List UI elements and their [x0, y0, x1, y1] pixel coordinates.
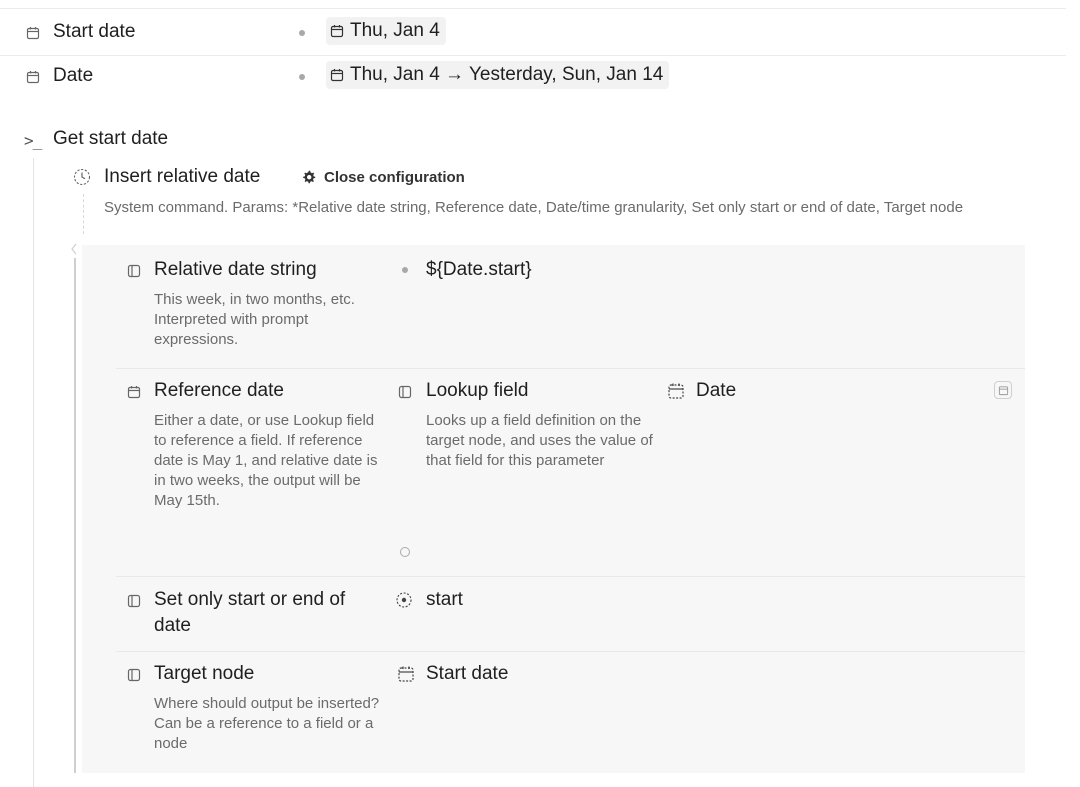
param-desc-target-node: Where should output be inserted? Can be …: [154, 695, 380, 752]
param-value-relative-date-string[interactable]: ${Date.start}: [426, 257, 532, 283]
field-row-start-date[interactable]: Start date Thu, Jan 4: [0, 10, 1066, 56]
param-name-target-node[interactable]: Target node: [154, 661, 384, 687]
lookup-field-name[interactable]: Lookup field: [426, 378, 656, 404]
param-value-target-node[interactable]: Start date: [426, 661, 508, 687]
lookup-field-desc: Looks up a field definition on the targe…: [426, 412, 653, 469]
system-command-description: System command. Params: *Relative date s…: [104, 199, 964, 216]
date-chip[interactable]: Thu, Jan 4: [326, 17, 446, 45]
calendar-icon: [998, 385, 1008, 395]
field-definition-icon: [127, 264, 141, 278]
calendar-icon: [127, 386, 141, 399]
field-name: Date: [53, 65, 94, 86]
connector-icon: [71, 243, 77, 255]
field-name: Start date: [53, 21, 136, 42]
outline-guide-line: [33, 158, 34, 787]
param-desc-relative-date-string: This week, in two months, etc. Interpret…: [154, 291, 355, 348]
option-icon: [396, 592, 412, 608]
calendar-icon: [330, 69, 344, 82]
param-name-set-only-start-or-end[interactable]: Set only start or end of date: [154, 587, 386, 639]
param-name-relative-date-string[interactable]: Relative date string: [154, 257, 384, 283]
close-configuration-button[interactable]: Close configuration: [324, 169, 465, 186]
field-bullet: [299, 30, 305, 36]
date-chip-label: Thu, Jan 4: [350, 20, 440, 41]
field-definition-icon: [398, 385, 412, 399]
param-value-set-only-start-or-end[interactable]: start: [426, 587, 463, 613]
field-bullet: [299, 74, 305, 80]
gear-icon[interactable]: [302, 170, 316, 184]
date-range-chip[interactable]: Thu, Jan 4 → Yesterday, Sun, Jan 14: [326, 61, 670, 89]
connector-line: [83, 194, 84, 234]
divider: [116, 651, 1025, 652]
field-definition-icon: [127, 594, 141, 608]
param-bullet: [402, 267, 408, 273]
divider: [116, 576, 1025, 577]
field-reference-icon: [398, 666, 414, 682]
panel-guide-line: [74, 258, 76, 773]
field-row-date[interactable]: Date Thu, Jan 4 → Yesterday, Sun, Jan 14: [0, 56, 1066, 102]
param-desc-reference-date: Either a date, or use Lookup field to re…: [154, 412, 378, 509]
command-prompt-icon: >_: [24, 131, 42, 150]
calendar-icon: [26, 27, 40, 40]
command-title[interactable]: Get start date: [53, 128, 168, 150]
empty-value-placeholder[interactable]: [400, 547, 410, 557]
lookup-field-value[interactable]: Date: [696, 378, 736, 404]
date-chip-label: Thu, Jan 4 → Yesterday, Sun, Jan 14: [350, 64, 664, 85]
field-definition-icon: [127, 668, 141, 682]
divider: [0, 8, 1066, 9]
param-name-reference-date[interactable]: Reference date: [154, 378, 384, 404]
insert-relative-date-icon: [73, 168, 91, 186]
insert-command-title[interactable]: Insert relative date: [104, 166, 260, 188]
calendar-icon: [330, 25, 344, 38]
field-reference-icon: [668, 383, 684, 399]
date-picker-button[interactable]: [994, 381, 1012, 399]
divider: [116, 368, 1025, 369]
calendar-icon: [26, 71, 40, 84]
